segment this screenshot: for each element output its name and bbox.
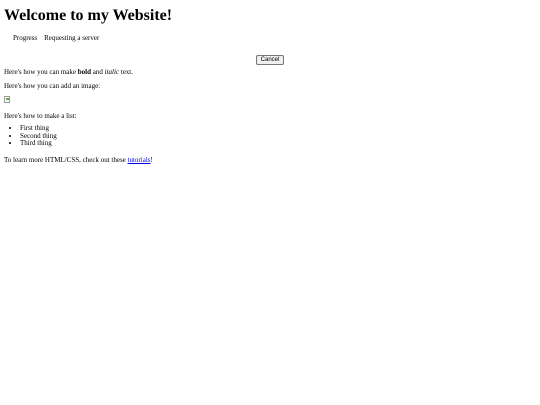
progress-status: Requesting a server xyxy=(44,34,100,42)
list-item: Third thing xyxy=(20,139,57,148)
formatting-text-middle: and xyxy=(91,68,105,76)
page: Welcome to my Website! Progress Requesti… xyxy=(0,0,540,405)
progress-row: Progress Requesting a server xyxy=(13,33,99,43)
learn-more-text-after: ! xyxy=(150,156,153,164)
formatting-text-before: Here's how you can make xyxy=(4,68,78,76)
cancel-row: Cancel xyxy=(0,48,540,66)
thing-list: First thing Second thing Third thing xyxy=(4,124,57,148)
bold-text: bold xyxy=(77,68,91,76)
formatting-paragraph: Here's how you can make bold and italic … xyxy=(4,67,133,77)
list-intro-paragraph: Here's how to make a list: xyxy=(4,112,77,120)
formatting-text-after: text. xyxy=(119,68,133,76)
learn-more-paragraph: To learn more HTML/CSS, check out these … xyxy=(4,155,153,165)
broken-image-icon xyxy=(4,96,10,103)
page-title: Welcome to my Website! xyxy=(4,7,173,24)
image-intro-paragraph: Here's how you can add an image: xyxy=(4,82,101,90)
learn-more-text-before: To learn more HTML/CSS, check out these xyxy=(4,156,128,164)
tutorials-link[interactable]: tutorials xyxy=(128,156,151,164)
cancel-button[interactable]: Cancel xyxy=(255,55,285,65)
italic-text: italic xyxy=(104,68,119,76)
progress-image: Progress xyxy=(13,33,38,42)
